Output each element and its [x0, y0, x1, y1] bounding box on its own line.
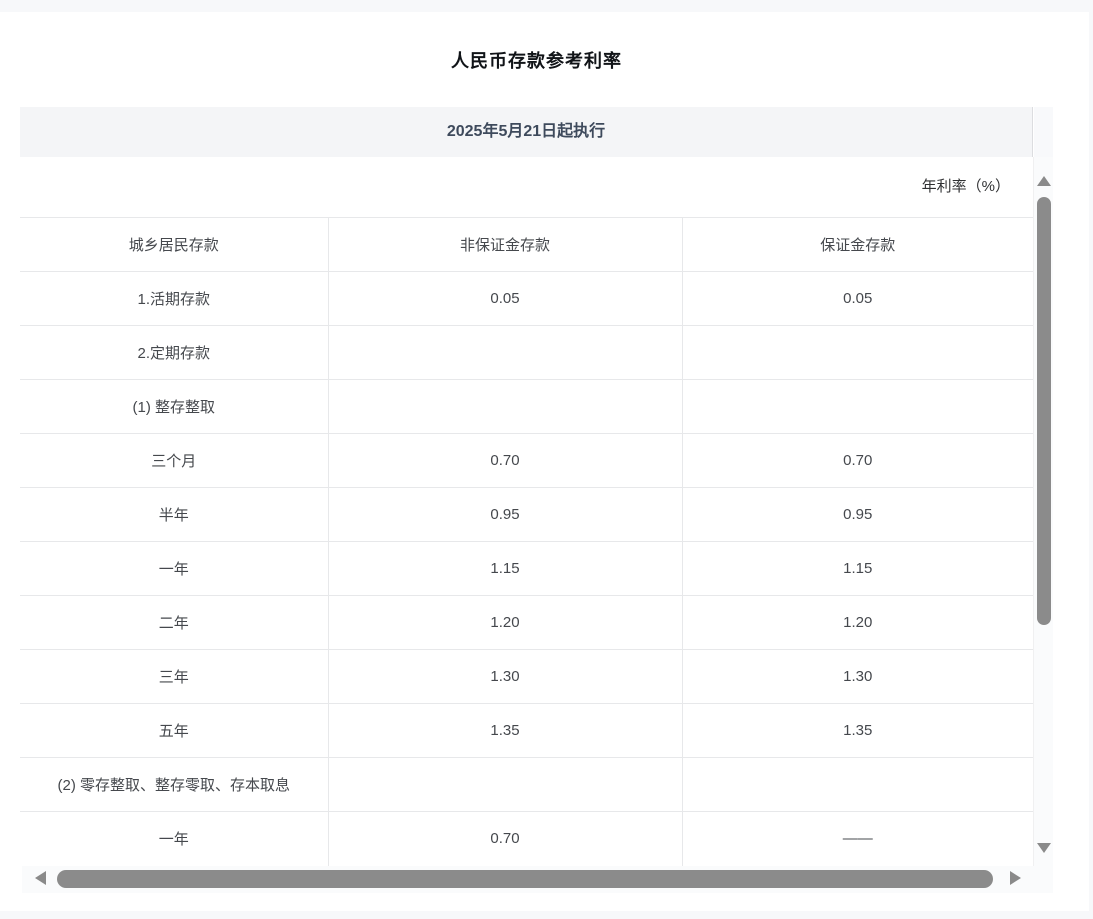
table-row: 三年 1.30 1.30: [20, 650, 1033, 704]
table-row: (1) 整存整取: [20, 380, 1033, 434]
table-row: (2) 零存整取、整存零取、存本取息: [20, 758, 1033, 812]
non-margin-rate-cell: 0.05: [328, 272, 682, 326]
margin-rate-cell: 0.70: [682, 434, 1033, 488]
vertical-scrollbar-thumb[interactable]: [1037, 197, 1051, 625]
non-margin-rate-cell: 1.15: [328, 542, 682, 596]
deposit-type-cell: 2.定期存款: [20, 326, 328, 380]
deposit-type-cell: 五年: [20, 704, 328, 758]
non-margin-rate-cell: 0.70: [328, 434, 682, 488]
horizontal-scrollbar[interactable]: [22, 866, 1053, 893]
rates-table: 城乡居民存款 非保证金存款 保证金存款 1.活期存款 0.05 0.05 2.定…: [20, 217, 1033, 866]
non-margin-rate-cell: 1.30: [328, 650, 682, 704]
deposit-type-cell: 1.活期存款: [20, 272, 328, 326]
non-margin-rate-cell: 0.95: [328, 488, 682, 542]
rates-table-viewport[interactable]: 城乡居民存款 非保证金存款 保证金存款 1.活期存款 0.05 0.05 2.定…: [20, 217, 1033, 866]
non-margin-rate-cell: 1.35: [328, 704, 682, 758]
scroll-right-arrow-icon[interactable]: [1010, 871, 1021, 885]
deposit-type-cell: 二年: [20, 596, 328, 650]
non-margin-rate-cell: 0.70: [328, 812, 682, 866]
table-row: 1.活期存款 0.05 0.05: [20, 272, 1033, 326]
rate-table-body: 1.活期存款 0.05 0.05 2.定期存款 (1) 整存整取 三个月 0.7…: [20, 272, 1033, 866]
horizontal-scrollbar-thumb[interactable]: [57, 870, 993, 888]
header-non-margin-deposit: 非保证金存款: [328, 218, 682, 272]
non-margin-rate-cell: [328, 380, 682, 434]
table-row: 二年 1.20 1.20: [20, 596, 1033, 650]
margin-rate-cell: 0.95: [682, 488, 1033, 542]
page-title: 人民币存款参考利率: [20, 49, 1053, 73]
margin-rate-cell: 1.35: [682, 704, 1033, 758]
rates-page: 人民币存款参考利率 2025年5月21日起执行 年利率（%） 城乡居民存款 非保…: [0, 0, 1093, 919]
non-margin-rate-cell: 1.20: [328, 596, 682, 650]
deposit-type-cell: 三个月: [20, 434, 328, 488]
deposit-type-cell: (2) 零存整取、整存零取、存本取息: [20, 758, 328, 812]
scroll-left-arrow-icon[interactable]: [35, 871, 46, 885]
annual-rate-unit-label: 年利率（%）: [20, 176, 1010, 198]
deposit-type-cell: 一年: [20, 542, 328, 596]
table-row: 一年 1.15 1.15: [20, 542, 1033, 596]
margin-rate-cell: [682, 380, 1033, 434]
deposit-type-cell: 三年: [20, 650, 328, 704]
header-margin-deposit: 保证金存款: [682, 218, 1033, 272]
effective-date-banner-gutter: [1034, 107, 1053, 157]
deposit-type-cell: (1) 整存整取: [20, 380, 328, 434]
table-row: 五年 1.35 1.35: [20, 704, 1033, 758]
table-row: 一年 0.70 ——: [20, 812, 1033, 866]
deposit-type-cell: 半年: [20, 488, 328, 542]
non-margin-rate-cell: [328, 326, 682, 380]
table-row: 2.定期存款: [20, 326, 1033, 380]
table-row: 三个月 0.70 0.70: [20, 434, 1033, 488]
margin-rate-cell: 1.20: [682, 596, 1033, 650]
vertical-scrollbar[interactable]: [1033, 157, 1053, 893]
margin-rate-cell: 1.30: [682, 650, 1033, 704]
non-margin-rate-cell: [328, 758, 682, 812]
scroll-up-arrow-icon[interactable]: [1037, 176, 1051, 186]
margin-rate-cell: [682, 326, 1033, 380]
margin-rate-cell: ——: [682, 812, 1033, 866]
scroll-down-arrow-icon[interactable]: [1037, 843, 1051, 853]
margin-rate-cell: 0.05: [682, 272, 1033, 326]
header-deposit-type: 城乡居民存款: [20, 218, 328, 272]
deposit-type-cell: 一年: [20, 812, 328, 866]
table-header-row: 城乡居民存款 非保证金存款 保证金存款: [20, 218, 1033, 272]
effective-date-banner: 2025年5月21日起执行: [20, 107, 1033, 157]
margin-rate-cell: [682, 758, 1033, 812]
margin-rate-cell: 1.15: [682, 542, 1033, 596]
table-row: 半年 0.95 0.95: [20, 488, 1033, 542]
